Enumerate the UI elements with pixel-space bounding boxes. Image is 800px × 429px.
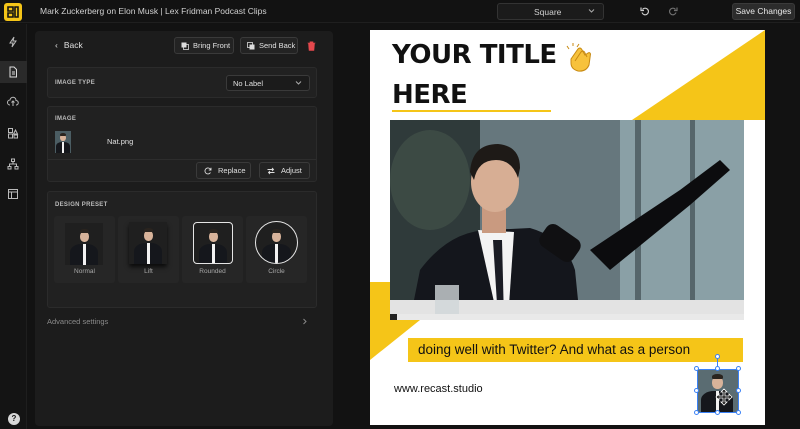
title-line-2[interactable]: HERE <box>392 80 468 110</box>
adjust-button[interactable]: Adjust <box>259 162 310 179</box>
chevron-left-icon: ‹ <box>55 40 58 50</box>
video-frame[interactable] <box>390 120 744 320</box>
rail-item-elements[interactable] <box>0 122 27 144</box>
app-logo[interactable] <box>4 3 22 21</box>
resize-handle-bottom-left[interactable] <box>694 410 699 415</box>
rail-item-document[interactable] <box>0 61 27 83</box>
sitemap-icon <box>7 158 19 170</box>
flash-icon <box>9 36 17 48</box>
resize-handle-bottom[interactable] <box>715 410 720 415</box>
move-cursor-icon <box>715 388 733 406</box>
upload-icon <box>7 96 19 106</box>
preset-normal[interactable]: Normal <box>54 216 115 283</box>
design-preset-card: DESIGN PRESET Normal Lift Rounded Circle <box>47 191 317 308</box>
image-file-name: Nat.png <box>107 137 134 146</box>
document-title: Mark Zuckerberg on Elon Musk | Lex Fridm… <box>40 6 267 16</box>
back-label: Back <box>63 40 83 50</box>
back-button[interactable]: ‹ Back <box>55 40 83 50</box>
top-bar: Mark Zuckerberg on Elon Musk | Lex Fridm… <box>0 0 800 23</box>
image-type-label: IMAGE TYPE <box>55 80 96 86</box>
rail-item-layout[interactable] <box>0 183 27 205</box>
video-progress-bar[interactable] <box>390 314 744 320</box>
rotate-handle[interactable] <box>715 354 720 359</box>
preset-circle[interactable]: Circle <box>246 216 307 283</box>
image-thumbnail <box>55 131 71 153</box>
image-card: IMAGE Nat.png Replace Adjust <box>47 106 317 182</box>
bring-front-label: Bring Front <box>193 41 231 50</box>
bring-front-icon <box>181 42 189 50</box>
title-line-1[interactable]: YOUR TITLE <box>392 40 557 70</box>
caption-text[interactable]: doing well with Twitter? And what as a p… <box>408 338 743 362</box>
left-rail: ? <box>0 24 27 429</box>
format-select[interactable]: Square <box>497 3 604 20</box>
preset-rounded-label: Rounded <box>199 268 226 275</box>
resize-handle-top[interactable] <box>715 366 720 371</box>
save-changes-button[interactable]: Save Changes <box>732 3 795 20</box>
watermark-url[interactable]: www.recast.studio <box>394 383 483 395</box>
resize-handle-top-right[interactable] <box>736 366 741 371</box>
chevron-right-icon[interactable] <box>302 318 308 325</box>
elements-icon <box>8 128 19 139</box>
design-preset-label: DESIGN PRESET <box>55 202 108 208</box>
undo-icon[interactable] <box>640 6 650 16</box>
preset-circle-label: Circle <box>268 268 285 275</box>
video-progress-fill <box>390 314 398 320</box>
adjust-icon <box>267 167 275 175</box>
advanced-settings-toggle[interactable]: Advanced settings <box>47 317 108 326</box>
resize-handle-right[interactable] <box>736 388 741 393</box>
image-label: IMAGE <box>55 116 77 122</box>
resize-handle-left[interactable] <box>694 388 699 393</box>
chevron-down-icon <box>588 9 595 13</box>
adjust-label: Adjust <box>281 166 302 175</box>
document-icon <box>9 66 17 78</box>
image-type-select[interactable]: No Label <box>226 75 310 91</box>
selected-image-element[interactable] <box>694 354 741 415</box>
clapping-hands-icon <box>566 43 592 72</box>
title-underline <box>392 110 551 112</box>
preset-lift[interactable]: Lift <box>118 216 179 283</box>
send-back-icon <box>247 42 255 50</box>
preset-circle-thumbnail <box>255 221 298 264</box>
chevron-down-icon <box>295 81 302 85</box>
rail-item-sitemap[interactable] <box>0 153 27 175</box>
resize-handle-bottom-right[interactable] <box>736 410 741 415</box>
resize-handle-top-left[interactable] <box>694 366 699 371</box>
preset-normal-thumbnail <box>65 223 103 265</box>
preset-lift-label: Lift <box>144 268 153 275</box>
help-button[interactable]: ? <box>8 413 20 425</box>
image-settings-panel: ‹ Back Bring Front Send Back IMAGE TYPE N… <box>35 31 333 426</box>
refresh-icon <box>204 167 212 175</box>
preset-normal-label: Normal <box>74 268 95 275</box>
image-type-value: No Label <box>233 79 264 88</box>
bring-front-button[interactable]: Bring Front <box>174 37 234 54</box>
preset-rounded[interactable]: Rounded <box>182 216 243 283</box>
video-scene <box>390 120 744 320</box>
preset-lift-thumbnail <box>129 222 167 264</box>
trash-icon[interactable] <box>307 41 316 51</box>
image-type-card: IMAGE TYPE No Label <box>47 67 317 98</box>
send-back-button[interactable]: Send Back <box>240 37 298 54</box>
design-canvas[interactable]: YOUR TITLE HERE doing well with Twitter?… <box>370 30 765 425</box>
layout-icon <box>8 189 18 199</box>
rail-item-flash[interactable] <box>0 31 27 53</box>
redo-icon[interactable] <box>668 6 678 16</box>
replace-button[interactable]: Replace <box>196 162 251 179</box>
send-back-label: Send Back <box>259 41 296 50</box>
preset-rounded-thumbnail <box>193 222 233 264</box>
rail-item-upload[interactable] <box>0 91 27 113</box>
logo-icon <box>7 6 19 18</box>
replace-label: Replace <box>218 166 246 175</box>
format-select-value: Square <box>534 7 562 17</box>
